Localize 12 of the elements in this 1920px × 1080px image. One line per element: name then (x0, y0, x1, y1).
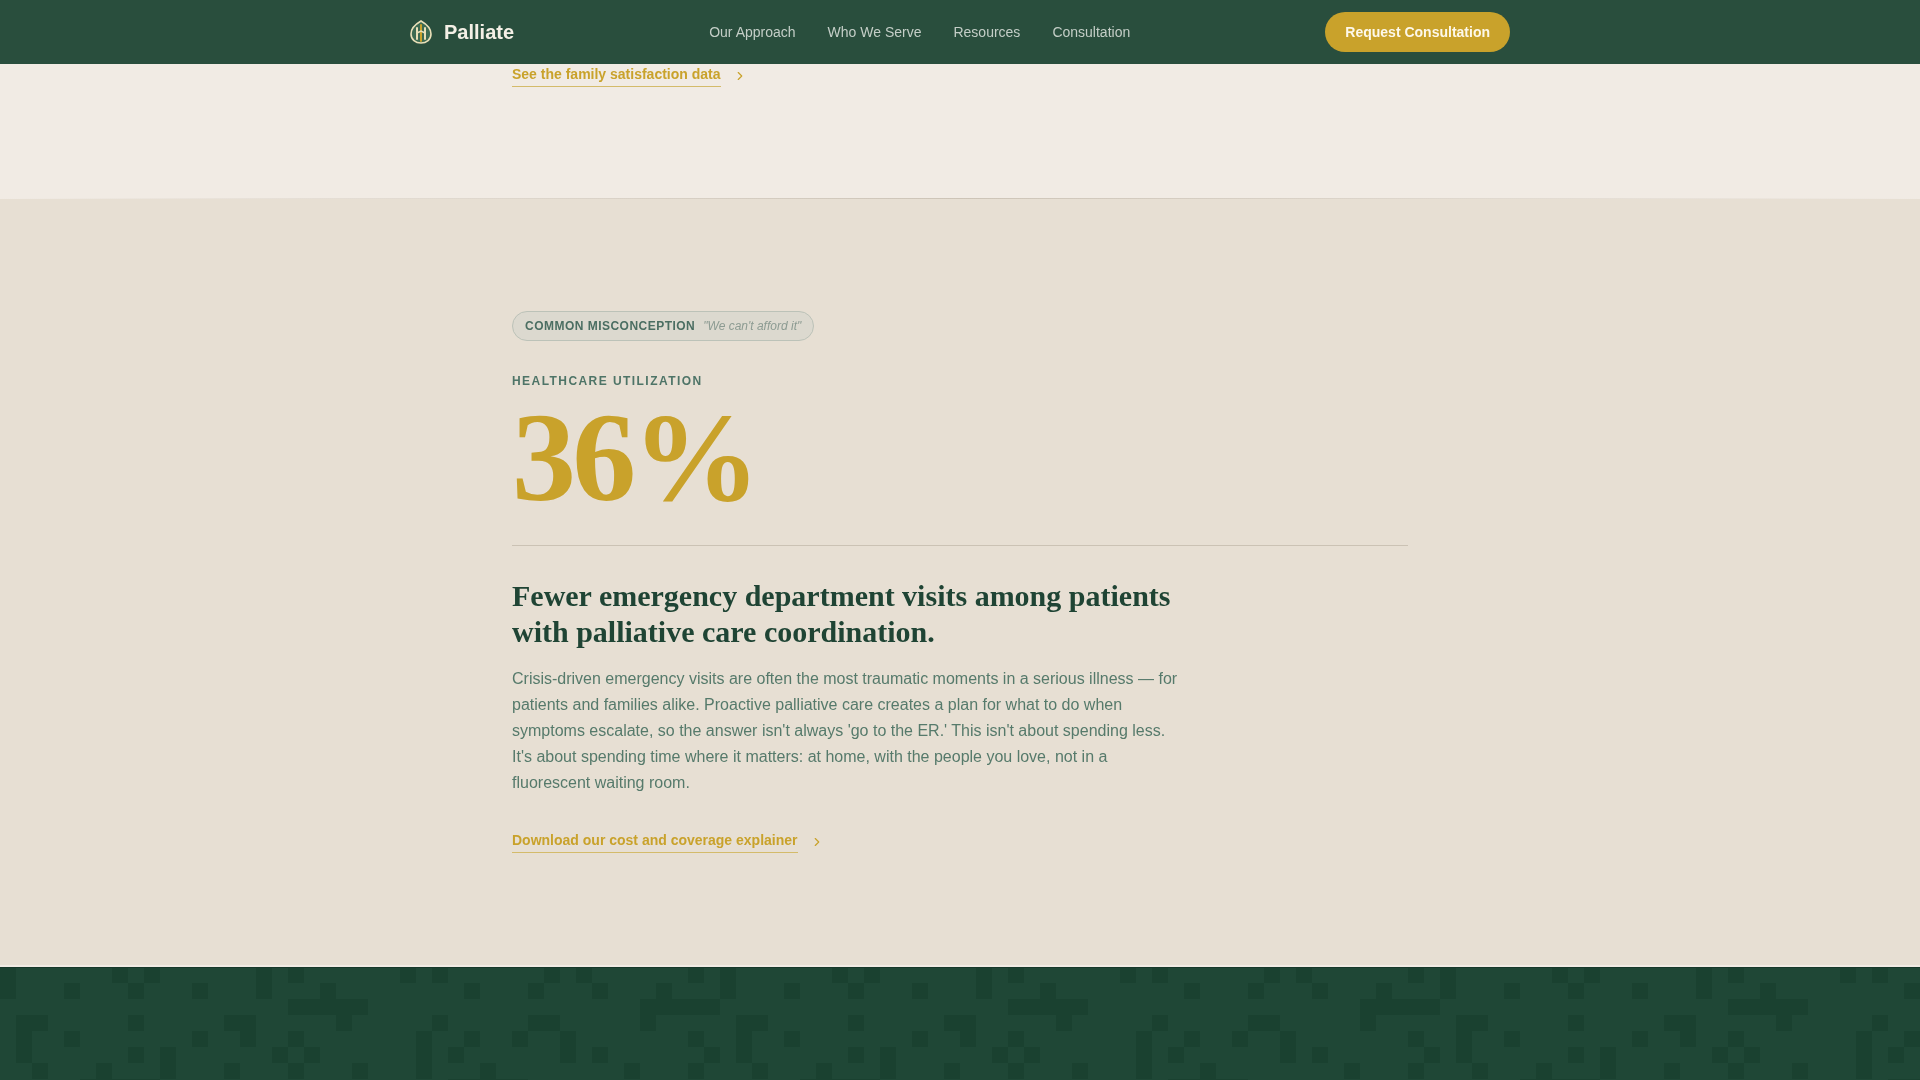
quote-text: "We can't afford it" (703, 318, 802, 335)
nav-link[interactable]: Our Approach (709, 21, 796, 43)
nav-link[interactable]: Who We Serve (827, 21, 922, 43)
misconception-label: COMMON MISCONCEPTION (525, 318, 696, 335)
stat-heading: Fewer emergency department visits among patients with palliative care coordination. (512, 578, 1172, 650)
stat-description: Crisis-driven emergency visits are often the most traumatic moments in a serious illness — for patients and families alike. Proactive palliative care creates a plan for what to do when symptoms escalate, so the answer isn't always 'go to the ER.' This isn't about spending less. It's about spending time where it matters: at home, with the people you love, not in a fluorescent waiting room. (512, 669, 1179, 793)
nav-link[interactable]: Consultation (1052, 21, 1131, 43)
leaf-logo-icon (410, 20, 432, 44)
brand-name: Palliate (444, 20, 515, 45)
stat-value: 36% (512, 393, 757, 521)
eyebrow-label: HEALTHCARE UTILIZATION (512, 373, 703, 389)
nav-link[interactable]: Resources (953, 21, 1021, 43)
